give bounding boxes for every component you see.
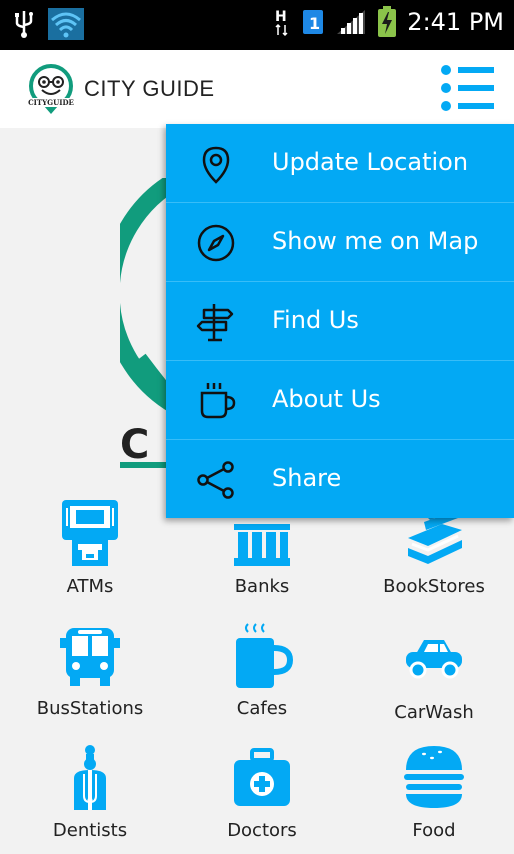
category-label: Dentists — [52, 820, 128, 841]
menu-item-about-us[interactable]: About Us — [166, 361, 514, 440]
medical-kit-icon — [234, 748, 290, 806]
category-busstations[interactable]: BusStations — [10, 620, 170, 730]
sim-icon: 1 — [303, 10, 324, 34]
svg-text:1: 1 — [309, 14, 320, 33]
menu-item-update-location[interactable]: Update Location — [166, 124, 514, 203]
category-label: Banks — [234, 576, 290, 597]
compass-icon — [197, 224, 235, 262]
menu-item-show-on-map[interactable]: Show me on Map — [166, 203, 514, 282]
category-label: Cafes — [236, 698, 288, 719]
category-label: BookStores — [383, 576, 485, 597]
status-time: 2:41 PM — [407, 8, 504, 36]
car-icon — [406, 640, 462, 679]
burger-icon — [404, 746, 464, 808]
overflow-menu: Update Location Show me on Map Find Us A… — [166, 124, 514, 518]
category-label: BusStations — [36, 698, 144, 719]
menu-item-share[interactable]: Share — [166, 440, 514, 519]
menu-list-icon[interactable] — [438, 62, 496, 114]
app-logo-icon: CITYGUIDE — [28, 64, 74, 114]
svg-text:H: H — [275, 9, 287, 25]
menu-item-label: Share — [272, 464, 342, 492]
category-cafes[interactable]: Cafes — [182, 620, 342, 730]
app-bar: CITYGUIDE CITY GUIDE — [0, 50, 514, 128]
category-label: ATMs — [66, 576, 114, 597]
menu-item-label: Show me on Map — [272, 227, 479, 255]
atm-icon — [62, 500, 118, 566]
app-title: CITY GUIDE — [84, 76, 215, 101]
bus-icon — [60, 628, 120, 686]
battery-charging-icon — [378, 6, 397, 37]
coffee-cup-icon — [200, 383, 236, 419]
category-dentists[interactable]: Dentists — [10, 742, 170, 852]
svg-text:C: C — [120, 422, 149, 468]
category-carwash[interactable]: CarWash — [354, 620, 514, 730]
svg-text:CITYGUIDE: CITYGUIDE — [28, 98, 74, 107]
category-atms[interactable]: ATMs — [10, 498, 170, 608]
dentist-icon — [74, 745, 106, 810]
category-doctors[interactable]: Doctors — [182, 742, 342, 852]
menu-item-label: About Us — [272, 385, 381, 413]
menu-item-label: Update Location — [272, 148, 469, 176]
signal-icon — [337, 10, 366, 34]
wifi-icon — [48, 8, 84, 40]
category-label: CarWash — [394, 702, 474, 723]
signpost-icon — [196, 304, 234, 342]
menu-item-find-us[interactable]: Find Us — [166, 282, 514, 361]
status-bar: H 1 2:41 PM — [0, 0, 514, 50]
category-label: Food — [412, 820, 456, 841]
category-label: Doctors — [227, 820, 297, 841]
network-type-icon: H — [275, 9, 288, 37]
menu-item-label: Find Us — [272, 306, 359, 334]
usb-icon — [15, 11, 33, 38]
location-pin-icon — [202, 146, 230, 184]
cafe-icon — [236, 623, 294, 688]
share-icon — [197, 461, 234, 499]
category-food[interactable]: Food — [354, 742, 514, 852]
